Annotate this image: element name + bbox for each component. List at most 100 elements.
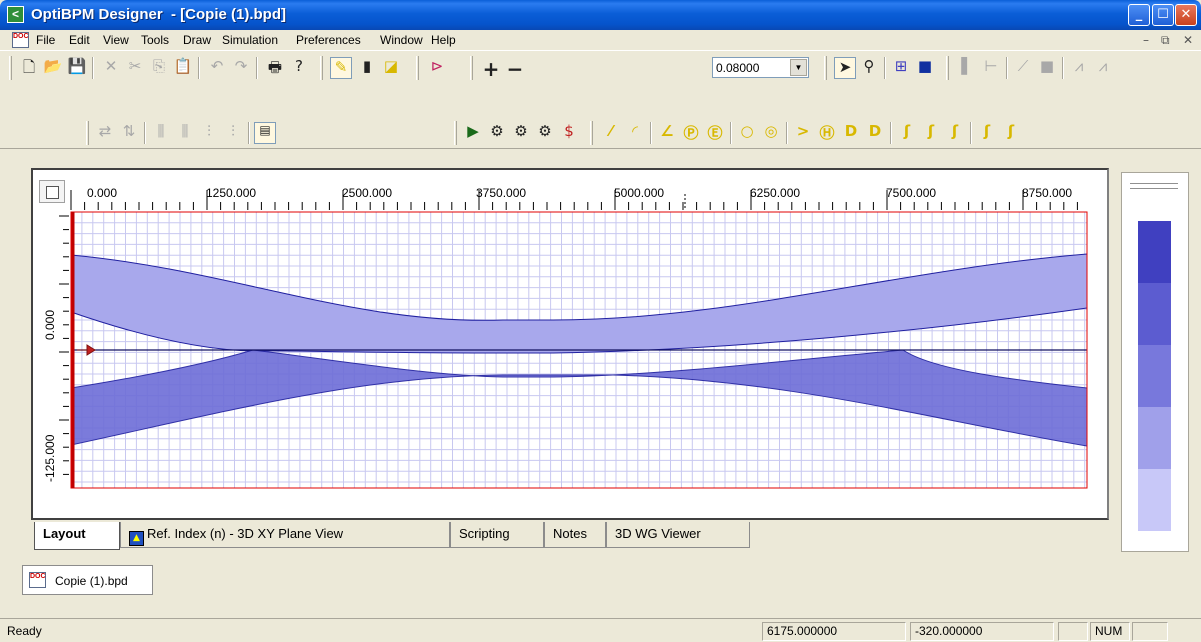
toolbar-grip[interactable] bbox=[824, 56, 827, 80]
toolbar-separator bbox=[970, 122, 972, 144]
align-tool-4-icon[interactable]: ⫶ bbox=[222, 122, 244, 144]
paste-icon[interactable]: 📋 bbox=[172, 57, 194, 79]
exponential-taper-icon[interactable]: Ⓔ bbox=[704, 122, 726, 144]
menu-help[interactable]: Help bbox=[431, 33, 456, 47]
help-icon[interactable]: ? bbox=[288, 57, 310, 79]
draw-mode-icon[interactable]: ▮ bbox=[356, 57, 378, 79]
simulate-param-icon[interactable]: ⚙ bbox=[534, 122, 556, 144]
s-bend-arc-icon[interactable]: ʃ bbox=[896, 122, 918, 144]
flip-horizontal-icon[interactable]: ⇄ bbox=[94, 122, 116, 144]
d-shape-2-icon[interactable]: D bbox=[864, 122, 886, 144]
simulate-script-icon[interactable]: $ bbox=[558, 122, 580, 144]
align-bottom-icon[interactable]: ⊢ bbox=[980, 57, 1002, 79]
grid-icon[interactable]: ⊞ bbox=[890, 57, 912, 79]
simulate-3d-icon[interactable]: ⚙ bbox=[510, 122, 532, 144]
run-script-icon[interactable]: ⊳ bbox=[426, 57, 448, 79]
s-bend-cosine-icon[interactable]: ʃ bbox=[944, 122, 966, 144]
toolbar-grip[interactable] bbox=[470, 56, 473, 80]
linear-taper-icon[interactable]: ∠ bbox=[656, 122, 678, 144]
block-icon[interactable]: ■ bbox=[1036, 57, 1058, 79]
align-tool-2-icon[interactable]: ⫼ bbox=[174, 122, 196, 144]
mdi-close-button[interactable]: ✕ bbox=[1183, 33, 1193, 47]
menu-draw[interactable]: Draw bbox=[183, 33, 211, 47]
mmi-icon[interactable]: Ⓗ bbox=[816, 122, 838, 144]
ring-icon[interactable]: ◎ bbox=[760, 122, 782, 144]
menu-file[interactable]: File bbox=[36, 33, 55, 47]
align-tool-3-icon[interactable]: ⫶ bbox=[198, 122, 220, 144]
mdi-minimize-button[interactable]: – bbox=[1143, 33, 1149, 47]
toolbar-separator bbox=[92, 57, 94, 79]
align-left-icon[interactable]: ▌ bbox=[956, 57, 978, 79]
menu-tools[interactable]: Tools bbox=[141, 33, 169, 47]
print-icon[interactable]: 🖶 bbox=[264, 57, 286, 79]
magnifier-icon[interactable]: ⚲ bbox=[858, 57, 880, 79]
menu-simulation[interactable]: Simulation bbox=[222, 33, 278, 47]
simulate-2d-icon[interactable]: ⚙ bbox=[486, 122, 508, 144]
ref-index-view-icon: ▲ bbox=[129, 531, 144, 546]
toolbar-grip[interactable] bbox=[590, 121, 593, 145]
zoom-in-icon[interactable]: + bbox=[480, 57, 502, 81]
layout-view[interactable]: 0.000 1250.000 2500.000 3750.000 5000.00… bbox=[31, 168, 1109, 520]
tab-scripting[interactable]: Scripting bbox=[450, 522, 544, 548]
document-tab[interactable]: DOC Copie (1).bpd bbox=[22, 565, 153, 595]
mdi-restore-button[interactable]: ⧉ bbox=[1161, 33, 1170, 48]
cut-icon[interactable]: ✂ bbox=[124, 57, 146, 79]
undo-icon[interactable]: ↶ bbox=[206, 57, 228, 79]
maximize-button[interactable]: ☐ bbox=[1152, 4, 1174, 26]
ellipse-icon[interactable]: ○ bbox=[736, 122, 758, 144]
tab-ref-index[interactable]: ▲ Ref. Index (n) - 3D XY Plane View bbox=[120, 522, 450, 548]
title-bar[interactable]: < OptiBPM Designer - [Copie (1).bpd] _ ☐… bbox=[0, 0, 1201, 30]
y-branch-icon[interactable]: > bbox=[792, 122, 814, 144]
toolbar-grip[interactable] bbox=[946, 56, 949, 80]
status-indicator-empty bbox=[1058, 622, 1088, 641]
minimize-button[interactable]: _ bbox=[1128, 4, 1150, 26]
align-tool-1-icon[interactable]: ⫼ bbox=[150, 122, 172, 144]
new-file-icon[interactable]: 🗋 bbox=[18, 57, 40, 79]
draw-pen-icon[interactable]: ✎ bbox=[330, 57, 352, 79]
toolbar-grip[interactable] bbox=[9, 56, 12, 80]
distribute-y-icon[interactable]: ⩘ bbox=[1092, 57, 1114, 79]
d-shape-icon[interactable]: D bbox=[840, 122, 862, 144]
select-pointer-icon[interactable]: ➤ bbox=[834, 57, 856, 79]
angle-icon[interactable]: ⟋ bbox=[1012, 57, 1034, 79]
s-bend-sine-icon[interactable]: ʃ bbox=[920, 122, 942, 144]
toolbar-grip[interactable] bbox=[320, 56, 323, 80]
redo-icon[interactable]: ↷ bbox=[230, 57, 252, 79]
s-bend-user-icon[interactable]: ʃ bbox=[1000, 122, 1022, 144]
toolbar-grip[interactable] bbox=[416, 56, 419, 80]
delete-icon[interactable]: ✕ bbox=[100, 57, 122, 79]
menu-edit[interactable]: Edit bbox=[69, 33, 90, 47]
camera-icon[interactable]: ■ bbox=[914, 57, 936, 79]
distribute-x-icon[interactable]: ⩘ bbox=[1068, 57, 1090, 79]
zoom-select[interactable]: 0.08000 ▼ bbox=[712, 57, 809, 78]
panel-grip[interactable] bbox=[1130, 183, 1178, 189]
zoom-out-icon[interactable]: − bbox=[504, 57, 526, 81]
tab-notes[interactable]: Notes bbox=[544, 522, 606, 548]
linear-waveguide-icon[interactable]: ⁄ bbox=[600, 122, 622, 144]
tab-3d-wg-viewer[interactable]: 3D WG Viewer bbox=[606, 522, 750, 548]
toolbar-grip[interactable] bbox=[86, 121, 89, 145]
parabolic-taper-icon[interactable]: Ⓟ bbox=[680, 122, 702, 144]
document-icon[interactable]: DOC bbox=[12, 32, 29, 48]
arc-waveguide-icon[interactable]: ◜ bbox=[624, 122, 646, 144]
status-y-coordinate: -320.000000 bbox=[910, 622, 1054, 641]
tab-layout[interactable]: Layout bbox=[34, 522, 120, 550]
open-folder-icon[interactable]: 📂 bbox=[42, 57, 64, 79]
chevron-down-icon[interactable]: ▼ bbox=[790, 59, 807, 76]
menu-view[interactable]: View bbox=[103, 33, 129, 47]
copy-icon[interactable]: ⎘ bbox=[148, 57, 170, 79]
toolbar-separator bbox=[1006, 57, 1008, 79]
menu-preferences[interactable]: Preferences bbox=[296, 33, 361, 47]
close-button[interactable]: ✕ bbox=[1175, 4, 1197, 26]
eraser-icon[interactable]: ◪ bbox=[380, 57, 402, 79]
save-icon[interactable]: 💾 bbox=[66, 57, 88, 79]
s-bend-poly-icon[interactable]: ʃ bbox=[976, 122, 998, 144]
flip-vertical-icon[interactable]: ⇅ bbox=[118, 122, 140, 144]
layout-view-icon[interactable]: ▤ bbox=[254, 122, 276, 144]
layout-canvas[interactable] bbox=[33, 170, 1107, 518]
optibpm-logo-icon[interactable]: < bbox=[7, 6, 24, 23]
toolbar-grip[interactable] bbox=[454, 121, 457, 145]
play-icon[interactable]: ▶ bbox=[462, 122, 484, 144]
legend-swatch bbox=[1138, 221, 1171, 283]
menu-window[interactable]: Window bbox=[380, 33, 423, 47]
